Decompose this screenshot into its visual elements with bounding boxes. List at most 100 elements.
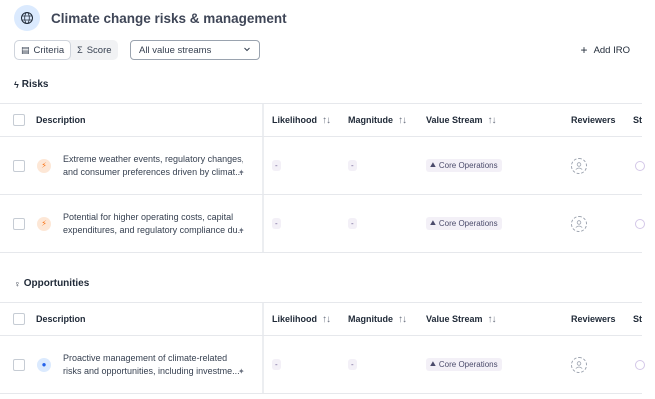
- opportunities-title: Opportunities: [23, 278, 90, 289]
- magnitude-value[interactable]: -: [348, 160, 357, 171]
- column-description: Description: [36, 115, 86, 125]
- globe-icon: [14, 5, 40, 31]
- select-all-checkbox[interactable]: [13, 313, 25, 325]
- column-divider: [262, 303, 264, 335]
- risks-table: Description Likelihood ↑↓ Magnitude ↑↓ Val…: [0, 103, 655, 253]
- lightbulb-icon: ♀: [14, 278, 21, 289]
- row-description[interactable]: Potential for higher operating costs, ca…: [63, 211, 243, 237]
- value-stream-badge[interactable]: ⛰ Core Operations: [426, 159, 502, 172]
- column-divider: [262, 195, 264, 252]
- column-value-stream[interactable]: Value Stream ↑↓: [426, 104, 497, 136]
- row-checkbox[interactable]: [13, 217, 25, 230]
- likelihood-value[interactable]: -: [272, 359, 281, 370]
- column-magnitude[interactable]: Magnitude ↑↓: [348, 104, 407, 136]
- sort-icon[interactable]: ↑↓: [398, 314, 407, 325]
- score-tab[interactable]: Σ Score: [71, 40, 117, 60]
- table-header-row: Description Likelihood ↑↓ Magnitude ↑↓ Val…: [0, 103, 642, 137]
- column-divider: [262, 137, 264, 194]
- add-reviewer-icon[interactable]: [571, 356, 587, 373]
- value-stream-text: Core Operations: [438, 219, 498, 228]
- row-description[interactable]: Proactive management of climate-related …: [63, 352, 243, 378]
- mountain-icon: ⛰: [430, 161, 436, 169]
- sort-icon[interactable]: ↑↓: [398, 115, 407, 126]
- column-magnitude[interactable]: Magnitude ↑↓: [348, 303, 407, 335]
- value-stream-text: Core Operations: [438, 161, 498, 170]
- sparkle-icon[interactable]: ✦: [238, 367, 245, 376]
- opportunities-section-title: ♀ Opportunities: [14, 278, 89, 289]
- table-row[interactable]: ⚡ Potential for higher operating costs, …: [0, 195, 645, 253]
- toolbar: ▤ Criteria Σ Score All value streams + A…: [14, 40, 644, 60]
- likelihood-value[interactable]: -: [272, 160, 281, 171]
- magnitude-value[interactable]: -: [348, 218, 357, 229]
- value-stream-badge[interactable]: ⛰ Core Operations: [426, 217, 502, 230]
- column-divider: [262, 104, 264, 136]
- sort-icon[interactable]: ↑↓: [488, 314, 497, 325]
- table-icon: ▤: [21, 44, 30, 55]
- magnitude-value[interactable]: -: [348, 359, 357, 370]
- likelihood-header-label: Likelihood: [272, 314, 317, 324]
- sparkle-icon[interactable]: ✦: [238, 226, 245, 235]
- mountain-icon: ⛰: [430, 219, 436, 227]
- add-iro-button[interactable]: + Add IRO: [581, 40, 630, 60]
- row-description[interactable]: Extreme weather events, regulatory chang…: [63, 153, 243, 179]
- select-all-checkbox[interactable]: [13, 114, 25, 126]
- value-stream-text: Core Operations: [438, 360, 498, 369]
- add-iro-label: Add IRO: [593, 44, 630, 56]
- view-toggle: ▤ Criteria Σ Score: [14, 40, 118, 60]
- add-reviewer-icon[interactable]: [571, 157, 587, 174]
- column-value-stream[interactable]: Value Stream ↑↓: [426, 303, 497, 335]
- value-stream-selected: All value streams: [139, 44, 212, 56]
- row-checkbox[interactable]: [13, 358, 25, 371]
- likelihood-value[interactable]: -: [272, 218, 281, 229]
- page-header: Climate change risks & management: [14, 4, 287, 32]
- description-line-1: Proactive management of climate-related: [63, 352, 228, 363]
- column-status: St: [633, 115, 642, 125]
- table-row[interactable]: ⚡ Extreme weather events, regulatory cha…: [0, 137, 645, 195]
- column-reviewers: Reviewers: [571, 115, 616, 125]
- sparkle-icon[interactable]: ✦: [238, 168, 245, 177]
- page-title: Climate change risks & management: [51, 10, 287, 26]
- value-stream-header-label: Value Stream: [426, 314, 483, 324]
- sort-icon[interactable]: ↑↓: [488, 115, 497, 126]
- value-stream-select[interactable]: All value streams: [130, 40, 260, 60]
- description-line-1: Potential for higher operating costs, ca…: [63, 211, 234, 222]
- add-reviewer-icon[interactable]: [571, 215, 587, 232]
- value-stream-badge[interactable]: ⛰ Core Operations: [426, 358, 502, 371]
- row-checkbox[interactable]: [13, 159, 25, 172]
- column-status: St: [633, 314, 642, 324]
- magnitude-header-label: Magnitude: [348, 314, 393, 324]
- criteria-tab[interactable]: ▤ Criteria: [14, 40, 72, 60]
- risks-title: Risks: [21, 79, 49, 90]
- value-stream-header-label: Value Stream: [426, 115, 483, 125]
- description-line-1: Extreme weather events, regulatory chang…: [63, 153, 243, 164]
- sort-icon[interactable]: ↑↓: [322, 314, 331, 325]
- column-likelihood[interactable]: Likelihood ↑↓: [272, 104, 331, 136]
- description-line-2: and consumer preferences driven by clima…: [63, 166, 243, 177]
- table-row[interactable]: ● Proactive management of climate-relate…: [0, 336, 645, 394]
- sort-icon[interactable]: ↑↓: [322, 115, 331, 126]
- bolt-icon: ϟ: [14, 79, 19, 90]
- lightbulb-icon: ●: [37, 357, 51, 372]
- column-description: Description: [36, 314, 86, 324]
- opportunities-table: Description Likelihood ↑↓ Magnitude ↑↓ Val…: [0, 302, 655, 394]
- column-likelihood[interactable]: Likelihood ↑↓: [272, 303, 331, 335]
- chevron-down-icon: [243, 45, 251, 56]
- risks-section-title: ϟ Risks: [14, 79, 48, 90]
- sigma-icon: Σ: [77, 45, 83, 55]
- bolt-icon: ⚡: [37, 158, 51, 173]
- score-label: Score: [86, 44, 112, 56]
- description-line-2: expenditures, and regulatory compliance …: [63, 224, 243, 235]
- column-reviewers: Reviewers: [571, 314, 616, 324]
- status-indicator[interactable]: [635, 160, 645, 171]
- criteria-label: Criteria: [33, 44, 65, 56]
- column-divider: [262, 336, 264, 393]
- magnitude-header-label: Magnitude: [348, 115, 393, 125]
- description-line-2: risks and opportunities, including inves…: [63, 365, 240, 376]
- plus-icon: +: [580, 43, 588, 57]
- table-header-row: Description Likelihood ↑↓ Magnitude ↑↓ Val…: [0, 302, 642, 336]
- mountain-icon: ⛰: [430, 360, 436, 368]
- status-indicator[interactable]: [635, 218, 645, 229]
- status-indicator[interactable]: [635, 359, 645, 370]
- bolt-icon: ⚡: [37, 216, 51, 231]
- likelihood-header-label: Likelihood: [272, 115, 317, 125]
